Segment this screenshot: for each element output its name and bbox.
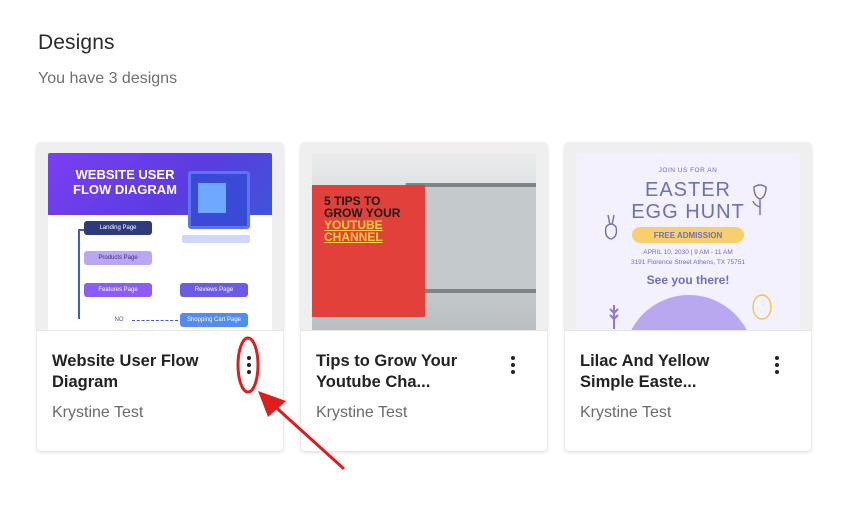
flow-box-features: Features Page [84,283,152,297]
design-title[interactable]: Tips to Grow Your Youtube Cha... [316,351,491,393]
more-vertical-icon [247,356,251,374]
page-subtitle: You have 3 designs [38,70,178,87]
thumbnail-image: JOIN US FOR AN EASTER EGG HUNT FREE ADMI… [576,153,800,330]
flow-box-products: Products Page [84,251,152,265]
design-author: Krystine Test [52,404,144,421]
thumbnail-date: APRIL 10, 2030 | 9 AM - 11 AM [643,249,733,256]
lavender-icon [609,305,619,329]
more-vertical-icon [511,356,515,374]
more-options-button[interactable] [765,353,789,377]
more-options-button[interactable] [237,353,261,377]
bunny-icon [604,214,618,240]
flow-box-landing: Landing Page [84,221,152,235]
monitor-window-illustration [198,183,226,213]
design-author: Krystine Test [580,404,672,421]
flow-label-no: NO [114,317,124,323]
flow-dashed-line [132,320,178,321]
thumbnail-image: WEBSITE USER FLOW DIAGRAM Landing Page P… [48,153,272,330]
keyboard-illustration [182,235,250,243]
design-title[interactable]: Lilac And Yellow Simple Easte... [580,351,755,393]
design-thumbnail[interactable]: JOIN US FOR AN EASTER EGG HUNT FREE ADMI… [565,143,811,331]
thumbnail-address: 3191 Florence Street Athens, TX 75751 [630,259,746,266]
design-thumbnail[interactable]: WEBSITE USER FLOW DIAGRAM Landing Page P… [37,143,283,331]
thumbnail-image: 5 TIPS TO GROW YOUR YOUTUBE CHANNEL [312,153,536,330]
thumbnail-headline: 5 TIPS TO GROW YOUR YOUTUBE CHANNEL [324,194,401,244]
flow-box-reviews: Reviews Page [180,283,248,297]
thumbnail-admission-pill: FREE ADMISSION [632,227,744,243]
thumbnail-circle-illustration [624,295,754,330]
design-thumbnail[interactable]: 5 TIPS TO GROW YOUR YOUTUBE CHANNEL [301,143,547,331]
design-card-easter-egg-hunt[interactable]: JOIN US FOR AN EASTER EGG HUNT FREE ADMI… [565,143,811,451]
design-title[interactable]: Website User Flow Diagram [52,351,227,393]
thumbnail-see-you-text: See you there! [646,273,730,287]
flow-line [78,229,80,319]
easter-egg-icon [752,294,772,320]
design-card-youtube-tips[interactable]: 5 TIPS TO GROW YOUR YOUTUBE CHANNEL Tips… [301,143,547,451]
design-author: Krystine Test [316,404,408,421]
page-title: Designs [38,31,115,54]
thumbnail-hero-title: WEBSITE USER FLOW DIAGRAM [73,167,177,197]
design-card-website-user-flow[interactable]: WEBSITE USER FLOW DIAGRAM Landing Page P… [37,143,283,451]
tulip-icon [752,184,767,215]
more-vertical-icon [775,356,779,374]
more-options-button[interactable] [501,353,525,377]
flow-box-cart: Shopping Cart Page [180,313,248,327]
thumbnail-join-text: JOIN US FOR AN [658,167,718,174]
